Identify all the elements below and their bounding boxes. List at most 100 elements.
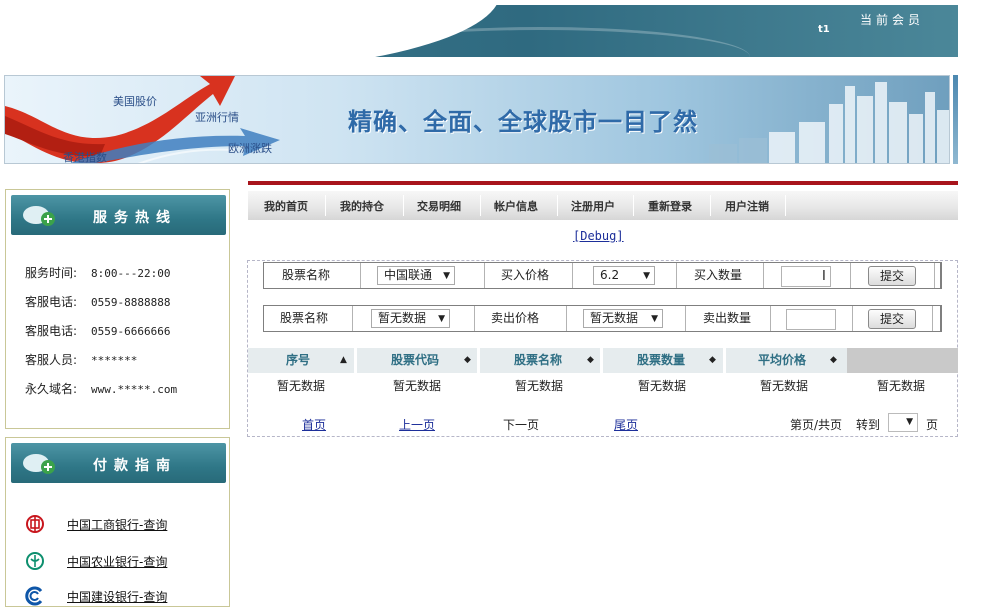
pager-last-link[interactable]: 尾页 [614, 416, 638, 433]
cell-divider [352, 306, 353, 331]
table-cell: 暂无数据 [760, 379, 809, 393]
payment-guide-header: 付款指南 [11, 443, 226, 483]
chevron-down-icon: ▼ [651, 314, 658, 324]
nav-top-red-bar [248, 181, 958, 185]
banner-label-asia: 亚洲行情 [195, 111, 239, 124]
service-time-row: 服务时间: 8:00---22:00 [25, 264, 170, 281]
bank-row-icbc[interactable]: 中国工商银行-查询 [25, 514, 167, 537]
cell-divider [484, 263, 485, 288]
cell-divider [932, 306, 933, 331]
buy-name-label: 股票名称 [282, 268, 331, 282]
buy-price-select[interactable]: 6.2 ▼ [593, 266, 655, 285]
nav-divider [480, 195, 481, 216]
column-header-quantity[interactable]: 股票数量 ◆ [603, 348, 723, 373]
current-member-label: 当前会员 [860, 13, 925, 27]
info-value: 0559-6666666 [91, 325, 171, 338]
bank-link-icbc[interactable]: 中国工商银行-查询 [67, 516, 167, 533]
info-value: 8:00---22:00 [91, 267, 171, 280]
bank-link-ccb[interactable]: 中国建设银行-查询 [67, 588, 167, 605]
text-cursor-icon: I [822, 269, 826, 284]
pager-prev-link[interactable]: 上一页 [399, 416, 435, 433]
cell-divider [566, 306, 567, 331]
icbc-icon [26, 515, 44, 533]
city-skyline-graphic [709, 82, 949, 163]
sell-stock-select-value: 暂无数据 [378, 311, 427, 325]
info-label: 客服人员: [25, 353, 78, 367]
bank-row-ccb[interactable]: 中国建设银行-查询 [25, 586, 167, 609]
nav-item-account[interactable]: 帐户信息 [494, 198, 538, 214]
banner-edge-decoration [953, 75, 958, 164]
chevron-down-icon: ▼ [643, 271, 650, 281]
sort-icon: ◆ [587, 355, 594, 365]
debug-link[interactable]: [Debug] [573, 229, 624, 243]
cell-divider [763, 263, 764, 288]
buy-price-select-value: 6.2 [600, 268, 620, 282]
buy-qty-input[interactable]: I [781, 266, 831, 287]
buy-stock-select[interactable]: 中国联通 ▼ [377, 266, 455, 285]
cell-divider [474, 306, 475, 331]
sell-price-select[interactable]: 暂无数据 ▼ [583, 309, 663, 328]
info-label: 客服电话: [25, 324, 78, 338]
main-nav: 我的首页 我的持仓 交易明细 帐户信息 注册用户 重新登录 用户注销 [248, 191, 958, 220]
cell-divider [852, 306, 853, 331]
table-cell: 暂无数据 [515, 379, 564, 393]
nav-item-transactions[interactable]: 交易明细 [417, 198, 461, 214]
nav-divider [785, 195, 786, 216]
pager-next-text: 下一页 [503, 418, 540, 432]
chat-bubble-icon [23, 206, 55, 226]
nav-divider [557, 195, 558, 216]
bank-row-abc[interactable]: 中国农业银行-查询 [25, 551, 167, 574]
nav-item-register[interactable]: 注册用户 [571, 198, 615, 214]
service-staff-row: 客服人员: ******* [25, 351, 137, 368]
cell-divider [676, 263, 677, 288]
pager-goto-label: 转到 [856, 418, 881, 432]
bank-link-abc[interactable]: 中国农业银行-查询 [67, 553, 167, 570]
sell-stock-select[interactable]: 暂无数据 ▼ [371, 309, 450, 328]
nav-item-relogin[interactable]: 重新登录 [648, 198, 692, 214]
column-header-name[interactable]: 股票名称 ◆ [480, 348, 600, 373]
column-header-label: 股票代码 [391, 353, 440, 367]
cell-divider [360, 263, 361, 288]
nav-divider [403, 195, 404, 216]
sell-price-label: 卖出价格 [491, 311, 540, 325]
info-label: 服务时间: [25, 266, 78, 280]
pager-page-info: 第页/共页 [790, 418, 843, 432]
nav-divider [633, 195, 634, 216]
pager-first-link[interactable]: 首页 [302, 416, 326, 433]
sell-submit-button[interactable]: 提交 [868, 309, 916, 329]
banner-slogan: 精确、全面、全球股市一目了然 [348, 108, 698, 136]
column-header-label: 序号 [286, 353, 311, 367]
nav-item-logout[interactable]: 用户注销 [725, 198, 769, 214]
pager-unit-label: 页 [926, 418, 939, 432]
sell-qty-label: 卖出数量 [703, 311, 752, 325]
payment-guide-title: 付款指南 [93, 458, 177, 474]
sort-icon: ◆ [709, 355, 716, 365]
current-user-name: t1 [818, 24, 830, 35]
info-value: ******* [91, 354, 138, 367]
column-header-index[interactable]: 序号 ▲ [248, 348, 354, 373]
pager-page-select[interactable]: ▼ [888, 413, 918, 432]
sell-qty-input[interactable] [786, 309, 836, 330]
buy-price-label: 买入价格 [501, 268, 550, 282]
column-header-code[interactable]: 股票代码 ◆ [357, 348, 477, 373]
banner-label-europe: 欧洲涨跌 [228, 142, 272, 155]
column-header-extra [847, 348, 958, 373]
table-cell: 暂无数据 [277, 379, 326, 393]
sort-icon: ◆ [830, 355, 837, 365]
info-label: 永久域名: [25, 382, 78, 396]
nav-item-home[interactable]: 我的首页 [264, 198, 308, 214]
chevron-down-icon: ▼ [438, 314, 445, 324]
column-header-label: 股票名称 [514, 353, 563, 367]
cell-divider [770, 306, 771, 331]
sort-icon: ▲ [340, 355, 347, 365]
service-phone-row: 客服电话: 0559-8888888 [25, 293, 170, 310]
buy-stock-select-value: 中国联通 [384, 268, 433, 282]
buy-submit-button[interactable]: 提交 [868, 266, 916, 286]
banner-label-us: 美国股价 [113, 95, 157, 108]
nav-divider [710, 195, 711, 216]
nav-item-holdings[interactable]: 我的持仓 [340, 198, 384, 214]
sell-price-select-value: 暂无数据 [590, 311, 639, 325]
column-header-avg-price[interactable]: 平均价格 ◆ [726, 348, 846, 373]
buy-qty-label: 买入数量 [694, 268, 743, 282]
column-header-label: 股票数量 [637, 353, 686, 367]
